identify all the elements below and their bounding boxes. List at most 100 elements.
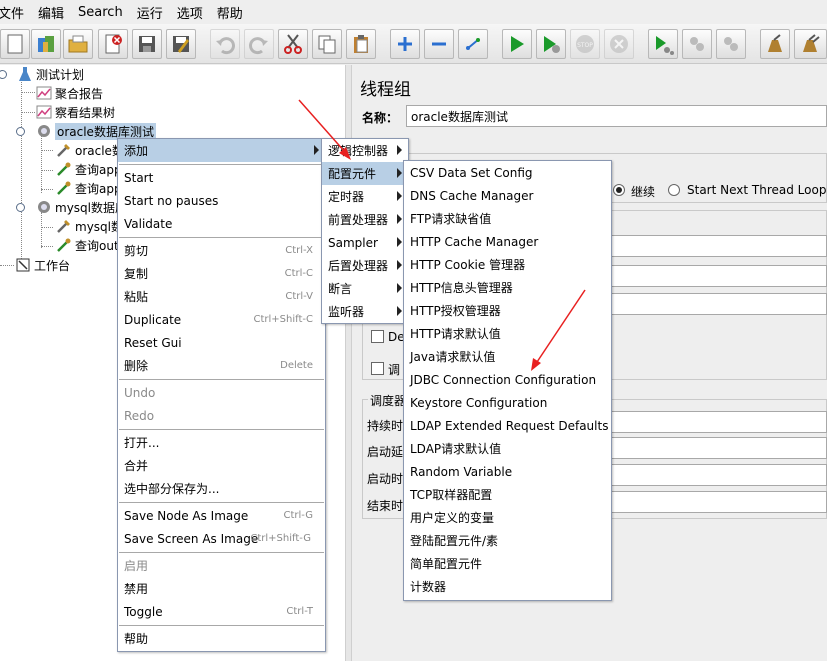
collapse-button[interactable]	[424, 29, 454, 59]
cut-button[interactable]	[278, 29, 308, 59]
save-button[interactable]	[132, 29, 162, 59]
threads-field[interactable]	[602, 235, 827, 257]
stop-button[interactable]: STOP	[570, 29, 600, 59]
start-button[interactable]	[502, 29, 532, 59]
toggle-button[interactable]	[458, 29, 488, 59]
menu-item-validate[interactable]: Validate	[118, 212, 325, 235]
config-item[interactable]: 计数器	[404, 575, 611, 598]
menu-help[interactable]: 帮助	[217, 3, 251, 22]
menu-item-open[interactable]: 打开...	[118, 431, 325, 454]
clear-all-button[interactable]	[794, 29, 827, 59]
radio-start-next-loop[interactable]	[668, 184, 680, 196]
redo-button[interactable]	[244, 29, 274, 59]
menu-item-paste[interactable]: 粘贴 Ctrl-V	[118, 285, 325, 308]
end-time-field[interactable]	[602, 491, 827, 513]
config-item[interactable]: 登陆配置元件/素	[404, 529, 611, 552]
menu-item-disable[interactable]: 禁用	[118, 577, 325, 600]
name-field[interactable]: oracle数据库测试	[406, 105, 827, 127]
config-item[interactable]: LDAP请求默认值	[404, 437, 611, 460]
save-as-button[interactable]	[166, 29, 196, 59]
menu-item-remove[interactable]: 删除 Delete	[118, 354, 325, 377]
menu-item-start-no-pauses[interactable]: Start no pauses	[118, 189, 325, 212]
menu-item-merge[interactable]: 合并	[118, 454, 325, 477]
submenu-item-listener[interactable]: 监听器	[322, 300, 408, 323]
config-item[interactable]: HTTP信息头管理器	[404, 276, 611, 299]
tree-node-oracle-child-2[interactable]: 查询app	[55, 160, 122, 178]
menu-item-add[interactable]: 添加	[118, 139, 325, 162]
start-time-field[interactable]	[602, 464, 827, 486]
config-item[interactable]: TCP取样器配置	[404, 483, 611, 506]
open-button[interactable]	[63, 29, 93, 59]
config-item[interactable]: HTTP Cache Manager	[404, 230, 611, 253]
config-item[interactable]: CSV Data Set Config	[404, 161, 611, 184]
tree-node-aggregate-report[interactable]: 聚合报告	[35, 84, 103, 102]
config-item[interactable]: HTTP Cookie 管理器	[404, 253, 611, 276]
config-item[interactable]: 简单配置元件	[404, 552, 611, 575]
menu-item-toggle[interactable]: Toggle Ctrl-T	[118, 600, 325, 623]
templates-button[interactable]	[31, 29, 61, 59]
menu-item-save-screen-image[interactable]: Save Screen As Image Ctrl+Shift-G	[118, 527, 325, 550]
menu-item-help[interactable]: 帮助	[118, 627, 325, 650]
paste-button[interactable]	[346, 29, 376, 59]
tree-node-test-plan[interactable]: 测试计划	[16, 65, 84, 83]
menu-item-duplicate[interactable]: Duplicate Ctrl+Shift-C	[118, 308, 325, 331]
expand-button[interactable]	[390, 29, 420, 59]
copy-button[interactable]	[312, 29, 342, 59]
config-item[interactable]: DNS Cache Manager	[404, 184, 611, 207]
menu-item-save-node-image[interactable]: Save Node As Image Ctrl-G	[118, 504, 325, 527]
remote-start-button[interactable]	[648, 29, 678, 59]
clear-button[interactable]	[760, 29, 790, 59]
remote-stop-button[interactable]	[682, 29, 712, 59]
menu-search[interactable]: Search	[78, 5, 131, 20]
menu-item-reset-gui[interactable]: Reset Gui	[118, 331, 325, 354]
menu-item-cut[interactable]: 剪切 Ctrl-X	[118, 239, 325, 262]
shutdown-button[interactable]	[604, 29, 634, 59]
tree-toggle-test-plan[interactable]	[0, 70, 7, 79]
config-item[interactable]: Java请求默认值	[404, 345, 611, 368]
config-item[interactable]: LDAP Extended Request Defaults	[404, 414, 611, 437]
config-item[interactable]: Keystore Configuration	[404, 391, 611, 414]
close-button[interactable]	[98, 29, 128, 59]
loop-count-field[interactable]	[602, 293, 827, 315]
submenu-item-assertions[interactable]: 断言	[322, 277, 408, 300]
start-no-pauses-button[interactable]	[536, 29, 566, 59]
submenu-item-config-element[interactable]: 配置元件	[322, 162, 408, 185]
tree-node-workbench[interactable]: 工作台	[14, 256, 70, 274]
ramp-up-field[interactable]	[602, 265, 827, 287]
tree-node-oracle-child-3[interactable]: 查询app	[55, 179, 122, 197]
checkbox-delay-thread[interactable]	[371, 330, 384, 343]
remote-exit-button[interactable]	[716, 29, 746, 59]
submenu-item-sampler[interactable]: Sampler	[322, 231, 408, 254]
menu-item-save-selection[interactable]: 选中部分保存为...	[118, 477, 325, 500]
menu-options[interactable]: 选项	[177, 3, 211, 22]
menu-item-enable[interactable]: 启用	[118, 554, 325, 577]
config-item[interactable]: Random Variable	[404, 460, 611, 483]
radio-continue[interactable]	[613, 184, 625, 196]
menu-item-undo[interactable]: Undo	[118, 381, 325, 404]
tree-toggle-mysql[interactable]	[16, 203, 25, 212]
submenu-item-post-processors[interactable]: 后置处理器	[322, 254, 408, 277]
config-item[interactable]: HTTP请求默认值	[404, 322, 611, 345]
menu-edit[interactable]: 编辑	[38, 3, 72, 22]
menu-item-redo[interactable]: Redo	[118, 404, 325, 427]
tree-node-oracle-child-1[interactable]: oracle数	[55, 141, 124, 159]
tree-node-mysql-thread-group[interactable]: mysql数据库	[35, 198, 127, 216]
config-item[interactable]: HTTP授权管理器	[404, 299, 611, 322]
config-item[interactable]: 用户定义的变量	[404, 506, 611, 529]
checkbox-scheduler[interactable]	[371, 362, 384, 375]
submenu-item-pre-processors[interactable]: 前置处理器	[322, 208, 408, 231]
tree-node-mysql-child-1[interactable]: mysql数	[55, 217, 123, 235]
menu-run[interactable]: 运行	[137, 3, 171, 22]
duration-field[interactable]	[602, 411, 827, 433]
config-item[interactable]: FTP请求缺省值	[404, 207, 611, 230]
menu-item-copy[interactable]: 复制 Ctrl-C	[118, 262, 325, 285]
submenu-item-timer[interactable]: 定时器	[322, 185, 408, 208]
new-button[interactable]	[0, 29, 30, 59]
startup-delay-field[interactable]	[602, 437, 827, 459]
menu-item-start[interactable]: Start	[118, 166, 325, 189]
submenu-item-logic-controller[interactable]: 逻辑控制器	[322, 139, 408, 162]
config-item-jdbc-connection[interactable]: JDBC Connection Configuration	[404, 368, 611, 391]
menu-file[interactable]: 文件	[0, 3, 32, 22]
tree-node-mysql-child-2[interactable]: 查询out	[55, 236, 119, 254]
undo-button[interactable]	[210, 29, 240, 59]
